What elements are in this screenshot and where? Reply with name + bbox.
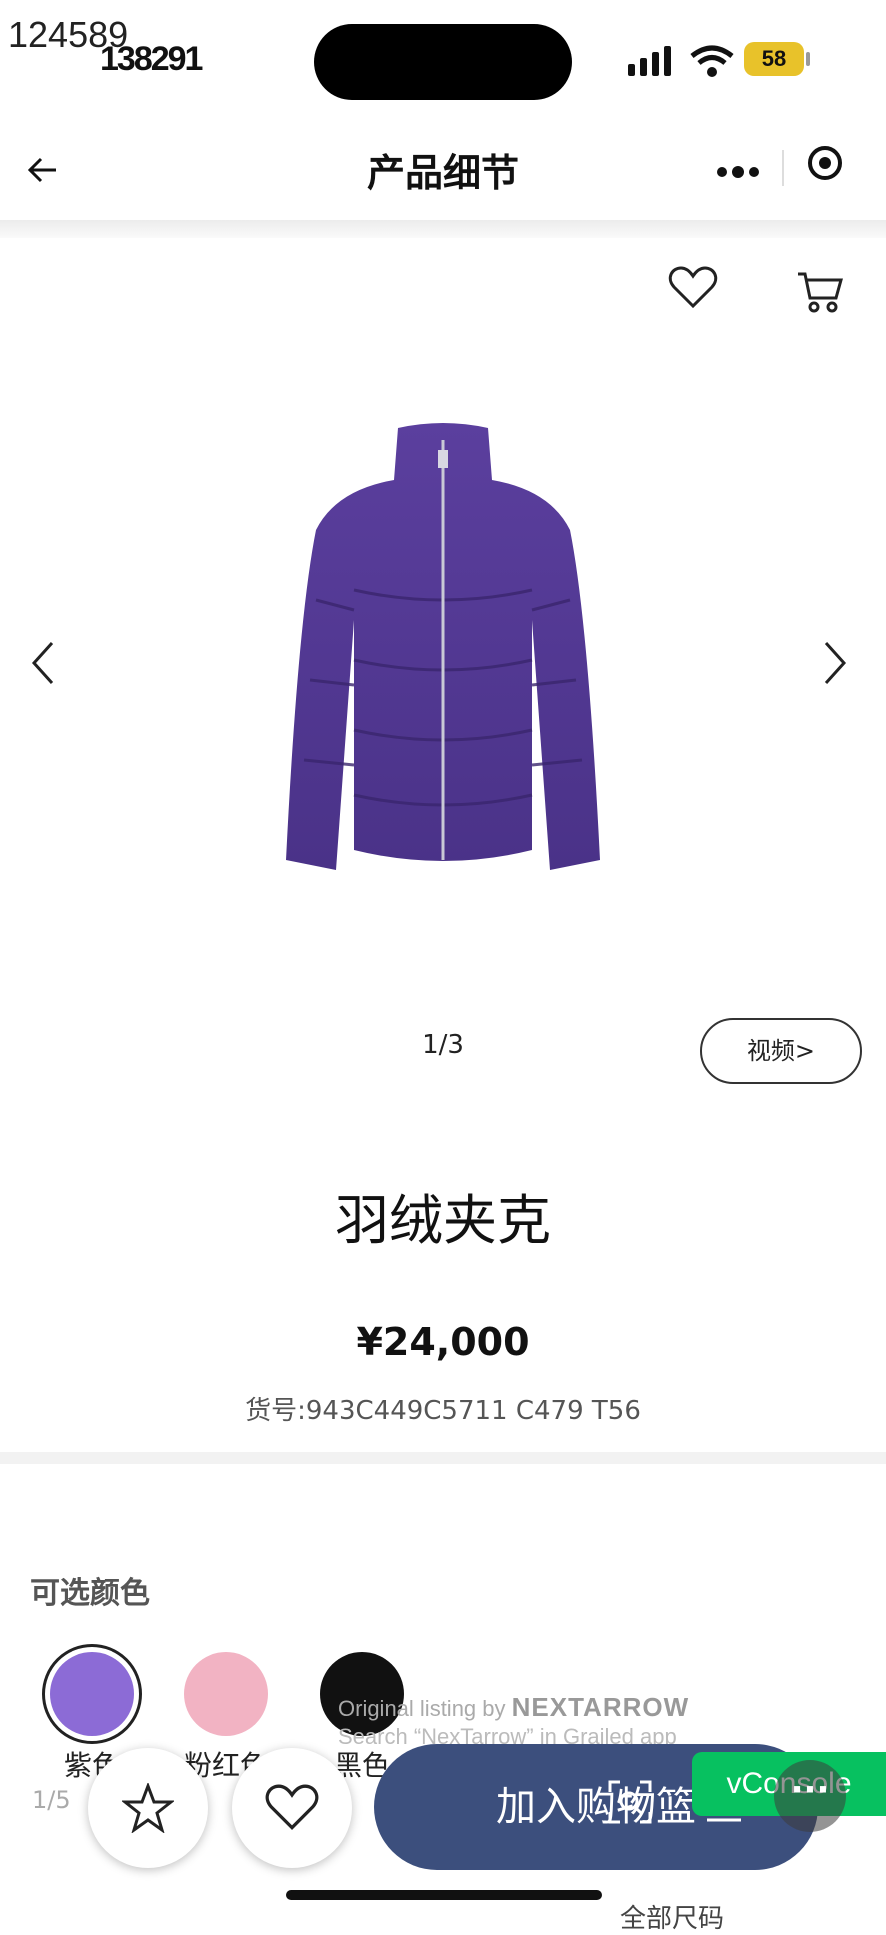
battery-tip	[806, 52, 810, 66]
dynamic-island	[314, 24, 572, 100]
color-swatch-pink[interactable]	[184, 1652, 268, 1736]
wishlist-button[interactable]	[232, 1748, 352, 1868]
watermark-line1: Original listing by	[338, 1696, 506, 1721]
more-icon[interactable]: ···	[774, 1760, 846, 1832]
scan-icon[interactable]	[608, 1780, 652, 1824]
watermark: Original listing by NEXTARROW	[338, 1692, 689, 1723]
product-price: ¥24,000	[356, 1320, 530, 1364]
product-image	[286, 423, 600, 870]
battery-icon: 58	[744, 42, 804, 76]
all-sizes-label[interactable]: 全部尺码	[620, 1898, 724, 1935]
chevron-left-icon[interactable]	[30, 640, 56, 686]
star-icon	[122, 1783, 174, 1833]
favorite-star-button[interactable]	[88, 1748, 208, 1868]
nav-separator	[782, 150, 784, 186]
heart-icon[interactable]	[668, 266, 718, 310]
watermark-brand: NEXTARROW	[511, 1692, 690, 1722]
colors-title: 可选颜色	[30, 1576, 150, 1611]
chevron-right-icon[interactable]	[822, 640, 848, 686]
cart-icon[interactable]	[796, 270, 844, 314]
product-sku: 货号:943C449C5711 C479 T56	[245, 1396, 641, 1426]
wifi-icon	[690, 45, 734, 77]
product-name: 羽绒夹克	[335, 1189, 551, 1252]
close-miniprogram-dot	[819, 157, 831, 169]
signal-icon	[628, 46, 671, 76]
nav-shadow	[0, 220, 886, 238]
image-page-indicator: 1/5	[32, 1786, 71, 1814]
home-indicator	[286, 1890, 602, 1900]
status-time: 138291	[100, 40, 203, 78]
section-divider	[0, 1452, 886, 1464]
heart-icon	[265, 1784, 319, 1830]
video-button[interactable]: 视频>	[700, 1018, 862, 1084]
color-swatch-purple[interactable]	[50, 1652, 134, 1736]
more-icon[interactable]	[716, 144, 760, 190]
